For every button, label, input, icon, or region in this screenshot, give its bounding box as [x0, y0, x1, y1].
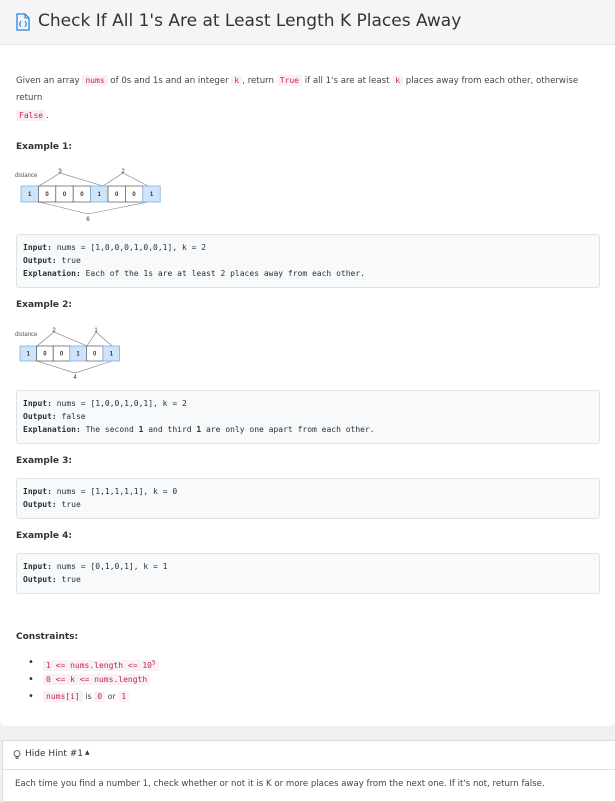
- constraints-title: Constraints:: [16, 632, 79, 642]
- constraint-item: 0 <= k <= nums.length: [28, 671, 159, 688]
- inline-code: k: [231, 75, 243, 86]
- input-value: nums = [0,1,0,1], k = 1: [51, 562, 168, 571]
- input-value: nums = [1,1,1,1,1], k = 0: [51, 487, 178, 496]
- example-2-box: Input: nums = [1,0,0,1,0,1], k = 2 Outpu…: [16, 390, 600, 444]
- hint-panel: Hide Hint #1 ▲ Each time you find a numb…: [2, 740, 615, 802]
- constraint-code: 1: [118, 691, 130, 702]
- problem-card: Check If All 1's Are at Least Length K P…: [0, 0, 615, 726]
- input-label: Input:: [23, 399, 52, 408]
- hint-toggle[interactable]: Hide Hint #1 ▲: [3, 741, 615, 770]
- output-value: false: [56, 412, 86, 421]
- hint-text: Each time you find a number 1, check whe…: [15, 779, 545, 789]
- input-label: Input:: [23, 562, 52, 571]
- input-value: nums = [1,0,0,0,1,0,0,1], k = 2: [51, 243, 207, 252]
- distance-number: 6: [86, 217, 90, 223]
- example-title: Example 2:: [16, 300, 73, 310]
- input-value: nums = [1,0,0,1,0,1], k = 2: [51, 399, 187, 408]
- inline-code: True: [276, 75, 302, 86]
- explanation-value: The second: [80, 425, 139, 434]
- distance-number: 2: [52, 328, 56, 334]
- distance-number: 4: [73, 375, 77, 381]
- constraint-code: 0: [94, 691, 106, 702]
- desc-text: Given an array: [16, 76, 83, 86]
- hint-toggle-label: Hide Hint #1: [25, 749, 84, 759]
- problem-document-icon: [16, 13, 30, 31]
- distance-bracket: [36, 360, 113, 374]
- example-1-diagram: distance 3 2 6 10001001: [15, 169, 161, 223]
- desc-text: if all 1's are at least: [302, 76, 393, 86]
- example-title: Example 3:: [16, 456, 73, 466]
- constraint-text: is: [82, 692, 95, 701]
- desc-text: .: [46, 111, 49, 121]
- inline-code: k: [392, 75, 404, 86]
- example-title: Example 4:: [16, 531, 73, 541]
- explanation-label: Explanation:: [23, 425, 81, 434]
- array-cells: 10001001: [20, 185, 161, 203]
- distance-bracket: [36, 331, 88, 347]
- example-4-box: Input: nums = [0,1,0,1], k = 1 Output: t…: [16, 553, 600, 594]
- output-label: Output:: [23, 500, 57, 509]
- page-title: Check If All 1's Are at Least Length K P…: [38, 11, 462, 31]
- chevron-up-icon: ▲: [85, 749, 90, 756]
- inline-code: nums: [82, 75, 108, 86]
- distance-bracket: [86, 331, 113, 347]
- distance-number: 3: [58, 169, 62, 175]
- explanation-label: Explanation:: [23, 269, 81, 278]
- constraint-item: 1 <= nums.length <= 105: [28, 654, 159, 671]
- constraint-item: nums[i] is 0 or 1: [28, 688, 159, 705]
- diagram-distance-label: distance: [15, 173, 38, 179]
- explanation-value: are only one apart from each other.: [201, 425, 375, 434]
- input-label: Input:: [23, 487, 52, 496]
- constraint-code: 1 <= nums.length <= 105: [43, 659, 159, 671]
- distance-bracket: [102, 172, 149, 187]
- distance-number: 1: [94, 328, 98, 334]
- constraint-code: 0 <= k <= nums.length: [43, 674, 151, 685]
- constraints-list: 1 <= nums.length <= 105 0 <= k <= nums.l…: [28, 654, 159, 705]
- constraint-text: 1 <= nums.length <= 10: [46, 660, 152, 670]
- constraint-code: nums[i]: [43, 691, 83, 702]
- example-title: Example 1:: [16, 142, 73, 152]
- lightbulb-icon: [13, 750, 21, 759]
- explanation-value: and third: [143, 425, 197, 434]
- input-label: Input:: [23, 243, 52, 252]
- desc-text: , return: [242, 76, 277, 86]
- inline-code: False: [16, 110, 47, 121]
- output-value: true: [56, 575, 81, 584]
- output-label: Output:: [23, 256, 57, 265]
- desc-text: of 0s and 1s and an integer: [107, 76, 232, 86]
- output-label: Output:: [23, 412, 57, 421]
- constraint-text: or: [105, 692, 119, 701]
- example-1-box: Input: nums = [1,0,0,0,1,0,0,1], k = 2 O…: [16, 234, 600, 288]
- constraint-exponent: 5: [151, 659, 156, 666]
- distance-bracket: [38, 172, 104, 187]
- problem-description: Given an array nums of 0s and 1s and an …: [16, 72, 601, 125]
- explanation-value: Each of the 1s are at least 2 places awa…: [80, 269, 365, 278]
- diagram-distance-label: distance: [15, 332, 38, 338]
- output-label: Output:: [23, 575, 57, 584]
- output-value: true: [56, 500, 81, 509]
- problem-header: Check If All 1's Are at Least Length K P…: [0, 0, 615, 45]
- distance-bracket: [38, 201, 149, 215]
- example-2-diagram: distance 2 1 4 100101: [15, 328, 120, 381]
- example-3-box: Input: nums = [1,1,1,1,1], k = 0 Output:…: [16, 478, 600, 519]
- output-value: true: [56, 256, 81, 265]
- array-cells: 100101: [19, 345, 120, 362]
